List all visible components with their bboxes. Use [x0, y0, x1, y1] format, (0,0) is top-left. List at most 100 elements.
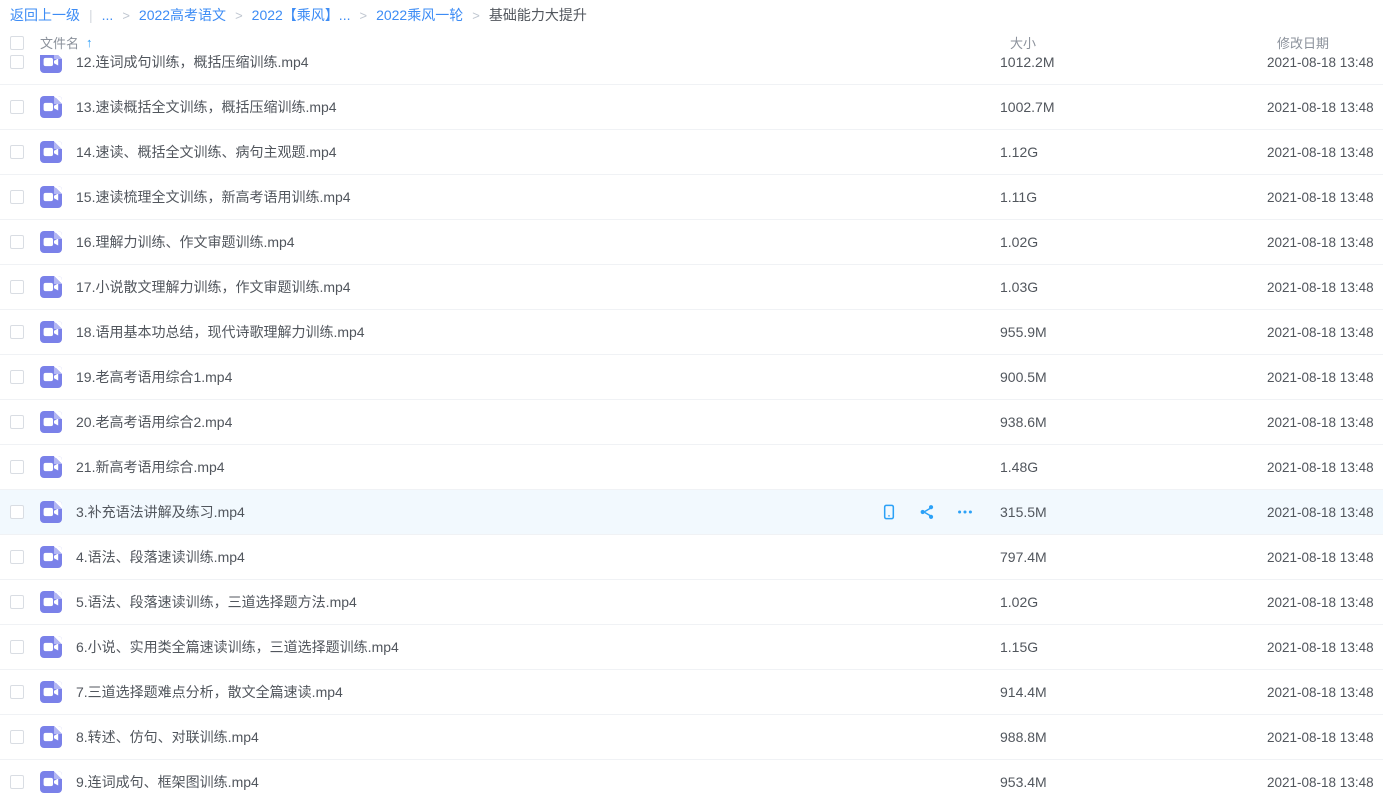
file-name-cell: 18.语用基本功总结，现代诗歌理解力训练.mp4: [62, 322, 988, 342]
folded-corner: [54, 501, 62, 509]
file-date: 2021-08-18 13:48: [1251, 55, 1383, 70]
breadcrumb: 返回上一级 | ...>2022高考语文>2022【乘风】...>2022乘风一…: [0, 0, 1383, 30]
table-row[interactable]: 7.三道选择题难点分析，散文全篇速读.mp4914.4M2021-08-18 1…: [0, 670, 1383, 715]
file-name-cell: 12.连词成句训练，概括压缩训练.mp4: [62, 55, 988, 72]
file-name[interactable]: 21.新高考语用综合.mp4: [76, 457, 225, 477]
column-name-label[interactable]: 文件名: [40, 33, 79, 52]
row-checkbox[interactable]: [10, 145, 24, 159]
video-file-icon: [40, 186, 62, 208]
table-row[interactable]: 4.语法、段落速读训练.mp4797.4M2021-08-18 13:48: [0, 535, 1383, 580]
table-row[interactable]: 14.速读、概括全文训练、病句主观题.mp41.12G2021-08-18 13…: [0, 130, 1383, 175]
row-checkbox[interactable]: [10, 325, 24, 339]
table-row[interactable]: 6.小说、实用类全篇速读训练，三道选择题训练.mp41.15G2021-08-1…: [0, 625, 1383, 670]
file-name-cell: 3.补充语法讲解及练习.mp4: [62, 502, 988, 522]
breadcrumb-link[interactable]: 2022高考语文: [139, 5, 226, 25]
file-name[interactable]: 14.速读、概括全文训练、病句主观题.mp4: [76, 142, 337, 162]
row-checkbox[interactable]: [10, 190, 24, 204]
table-row[interactable]: 8.转述、仿句、对联训练.mp4988.8M2021-08-18 13:48: [0, 715, 1383, 760]
folded-corner: [54, 231, 62, 239]
column-size-label[interactable]: 大小: [988, 33, 1251, 52]
share-icon[interactable]: [918, 503, 936, 521]
file-name[interactable]: 8.转述、仿句、对联训练.mp4: [76, 727, 259, 747]
file-name-cell: 6.小说、实用类全篇速读训练，三道选择题训练.mp4: [62, 637, 988, 657]
breadcrumb-link[interactable]: 2022【乘风】...: [252, 5, 351, 25]
file-size: 988.8M: [988, 729, 1251, 745]
sort-asc-icon[interactable]: ↑: [86, 35, 93, 50]
row-checkbox[interactable]: [10, 55, 24, 69]
file-name[interactable]: 20.老高考语用综合2.mp4: [76, 412, 232, 432]
folded-corner: [54, 141, 62, 149]
table-row[interactable]: 15.速读梳理全文训练，新高考语用训练.mp41.11G2021-08-18 1…: [0, 175, 1383, 220]
file-date: 2021-08-18 13:48: [1251, 325, 1383, 340]
row-checkbox[interactable]: [10, 235, 24, 249]
file-size: 900.5M: [988, 369, 1251, 385]
row-actions: [880, 503, 974, 521]
row-checkbox[interactable]: [10, 685, 24, 699]
table-row[interactable]: 19.老高考语用综合1.mp4900.5M2021-08-18 13:48: [0, 355, 1383, 400]
folded-corner: [54, 411, 62, 419]
file-name[interactable]: 15.速读梳理全文训练，新高考语用训练.mp4: [76, 187, 351, 207]
row-checkbox[interactable]: [10, 415, 24, 429]
video-file-icon: [40, 546, 62, 568]
column-date-label[interactable]: 修改日期: [1251, 33, 1383, 52]
breadcrumb-link[interactable]: 2022乘风一轮: [376, 5, 463, 25]
file-name[interactable]: 7.三道选择题难点分析，散文全篇速读.mp4: [76, 682, 343, 702]
file-name-cell: 5.语法、段落速读训练，三道选择题方法.mp4: [62, 592, 988, 612]
row-checkbox[interactable]: [10, 775, 24, 789]
table-row[interactable]: 13.速读概括全文训练，概括压缩训练.mp41002.7M2021-08-18 …: [0, 85, 1383, 130]
file-name[interactable]: 6.小说、实用类全篇速读训练，三道选择题训练.mp4: [76, 637, 399, 657]
file-name[interactable]: 3.补充语法讲解及练习.mp4: [76, 502, 245, 522]
device-icon[interactable]: [880, 503, 898, 521]
file-date: 2021-08-18 13:48: [1251, 190, 1383, 205]
back-link[interactable]: 返回上一级: [10, 5, 80, 25]
select-all-checkbox[interactable]: [10, 36, 24, 50]
row-checkbox[interactable]: [10, 505, 24, 519]
table-row[interactable]: 17.小说散文理解力训练，作文审题训练.mp41.03G2021-08-18 1…: [0, 265, 1383, 310]
table-row[interactable]: 20.老高考语用综合2.mp4938.6M2021-08-18 13:48: [0, 400, 1383, 445]
file-name-cell: 14.速读、概括全文训练、病句主观题.mp4: [62, 142, 988, 162]
table-row[interactable]: 9.连词成句、框架图训练.mp4953.4M2021-08-18 13:48: [0, 760, 1383, 803]
row-checkbox[interactable]: [10, 370, 24, 384]
breadcrumb-divider: |: [89, 7, 93, 23]
file-name[interactable]: 12.连词成句训练，概括压缩训练.mp4: [76, 55, 309, 72]
file-name-cell: 15.速读梳理全文训练，新高考语用训练.mp4: [62, 187, 988, 207]
file-name[interactable]: 17.小说散文理解力训练，作文审题训练.mp4: [76, 277, 351, 297]
row-checkbox[interactable]: [10, 550, 24, 564]
file-size: 1.12G: [988, 144, 1251, 160]
video-file-icon: [40, 726, 62, 748]
video-file-icon: [40, 681, 62, 703]
file-size: 938.6M: [988, 414, 1251, 430]
row-checkbox[interactable]: [10, 640, 24, 654]
row-checkbox[interactable]: [10, 595, 24, 609]
row-checkbox[interactable]: [10, 460, 24, 474]
file-name[interactable]: 19.老高考语用综合1.mp4: [76, 367, 232, 387]
file-name[interactable]: 16.理解力训练、作文审题训练.mp4: [76, 232, 295, 252]
file-name[interactable]: 18.语用基本功总结，现代诗歌理解力训练.mp4: [76, 322, 365, 342]
row-checkbox[interactable]: [10, 730, 24, 744]
row-checkbox[interactable]: [10, 100, 24, 114]
file-date: 2021-08-18 13:48: [1251, 460, 1383, 475]
file-name[interactable]: 9.连词成句、框架图训练.mp4: [76, 772, 259, 792]
breadcrumb-separator: >: [122, 8, 130, 23]
file-name[interactable]: 4.语法、段落速读训练.mp4: [76, 547, 245, 567]
file-name[interactable]: 13.速读概括全文训练，概括压缩训练.mp4: [76, 97, 337, 117]
breadcrumb-link[interactable]: ...: [102, 7, 114, 23]
file-name[interactable]: 5.语法、段落速读训练，三道选择题方法.mp4: [76, 592, 357, 612]
folded-corner: [54, 456, 62, 464]
file-date: 2021-08-18 13:48: [1251, 595, 1383, 610]
table-row[interactable]: 5.语法、段落速读训练，三道选择题方法.mp41.02G2021-08-18 1…: [0, 580, 1383, 625]
table-row[interactable]: 18.语用基本功总结，现代诗歌理解力训练.mp4 955.9M2021-08-18…: [0, 310, 1383, 355]
folded-corner: [54, 186, 62, 194]
file-size: 1.48G: [988, 459, 1251, 475]
table-row[interactable]: 12.连词成句训练，概括压缩训练.mp41012.2M2021-08-18 13…: [0, 55, 1383, 85]
more-icon[interactable]: [956, 503, 974, 521]
video-file-icon: [40, 366, 62, 388]
breadcrumb-separator: >: [359, 8, 367, 23]
table-row[interactable]: 21.新高考语用综合.mp4 1.48G2021-08-18 13:48: [0, 445, 1383, 490]
row-checkbox[interactable]: [10, 280, 24, 294]
file-size: 955.9M: [988, 324, 1251, 340]
video-file-icon: [40, 771, 62, 793]
table-row[interactable]: 3.补充语法讲解及练习.mp4315.5M2021-08-18 13:48: [0, 490, 1383, 535]
video-file-icon: [40, 501, 62, 523]
table-row[interactable]: 16.理解力训练、作文审题训练.mp41.02G2021-08-18 13:48: [0, 220, 1383, 265]
